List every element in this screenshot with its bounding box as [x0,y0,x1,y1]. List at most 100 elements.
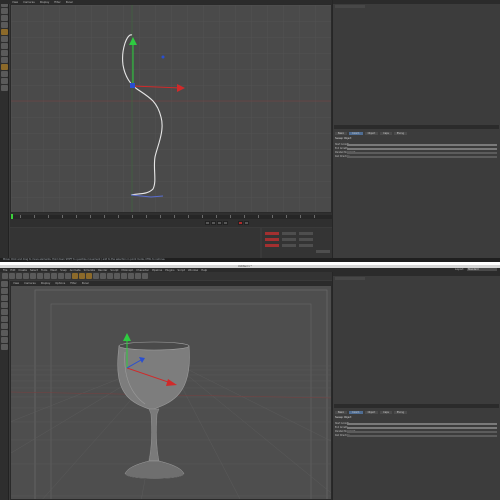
step-back-button[interactable] [211,221,216,225]
points-mode-icon[interactable] [1,36,8,42]
spline-point-handle [161,55,165,59]
snap-icon[interactable] [1,64,8,70]
perspective-viewport[interactable] [10,285,332,500]
tab-caps[interactable]: Caps [380,411,392,414]
coord-rot-b-field[interactable] [299,244,313,247]
tab-phong[interactable]: Phong [393,132,407,135]
live-selection-icon[interactable] [16,273,22,279]
wine-glass-model[interactable] [117,341,190,479]
coordinate-system-icon[interactable] [65,273,71,279]
top-application-window: View Cameras Display Filter Panel Move: … [0,0,500,262]
light-icon[interactable] [142,273,148,279]
rotate-icon[interactable] [37,273,43,279]
coord-size-x-field[interactable] [282,232,296,235]
x-axis-lock-icon[interactable] [44,273,50,279]
coord-y-field[interactable] [265,238,279,241]
workplane-icon[interactable] [1,302,8,308]
object-manager-row[interactable] [335,5,365,8]
tab-coord[interactable]: Coord. [349,132,363,135]
key-icon[interactable] [244,221,249,225]
z-axis-lock-icon[interactable] [58,273,64,279]
edges-mode-icon[interactable] [1,316,8,322]
snap-icon[interactable] [1,344,8,350]
record-icon[interactable] [238,221,243,225]
object-manager-row[interactable] [335,277,365,280]
layout-label: Layout: [455,268,464,271]
coord-rot-p-field[interactable] [299,238,313,241]
current-frame-marker[interactable] [11,214,13,219]
attr-row[interactable]: End Growth [335,147,497,150]
layout-select[interactable]: Standard [467,268,497,271]
tweak-icon[interactable] [1,337,8,343]
tab-basic[interactable]: Basic [335,132,348,135]
axis-mode-icon[interactable] [1,330,8,336]
frame-ruler[interactable] [10,215,332,219]
apply-button[interactable] [316,250,330,253]
step-forward-button[interactable] [223,221,228,225]
go-to-start-button[interactable] [205,221,210,225]
right-manager-panel: Basic Coord. Object Caps Phong Sweep Obj… [332,0,500,258]
axis-mode-icon[interactable] [1,57,8,63]
model-mode-icon[interactable] [1,288,8,294]
tab-object[interactable]: Object [364,411,379,414]
attr-row[interactable]: Rail Direction [335,155,497,158]
coord-x-field[interactable] [265,232,279,235]
texture-mode-icon[interactable] [1,295,8,301]
array-icon[interactable] [114,273,120,279]
polygons-mode-icon[interactable] [1,323,8,329]
render-picture-viewer-icon[interactable] [79,273,85,279]
attr-row[interactable]: Rail Direction [335,434,497,437]
workplane-icon[interactable] [1,71,8,77]
render-view-icon[interactable] [72,273,78,279]
attr-row[interactable]: Start Growth [335,422,497,425]
camera-icon[interactable] [135,273,141,279]
object-manager-menu [333,0,500,4]
polygons-mode-icon[interactable] [1,50,8,56]
points-mode-icon[interactable] [1,309,8,315]
attr-row[interactable]: Parallel Movement [335,430,497,433]
attributes-section-title: Sweep Object [335,137,352,140]
gizmo-origin-handle[interactable] [130,83,135,88]
edges-mode-icon[interactable] [1,43,8,49]
cube-icon[interactable] [93,273,99,279]
coord-size-y-field[interactable] [282,238,296,241]
tab-caps[interactable]: Caps [380,132,392,135]
timeline[interactable] [10,213,332,227]
coord-rot-h-field[interactable] [299,232,313,235]
tab-phong[interactable]: Phong [393,411,407,414]
attr-row[interactable]: Start Growth [335,143,497,146]
scale-icon[interactable] [30,273,36,279]
pen-icon[interactable] [100,273,106,279]
material-manager[interactable] [10,228,260,258]
front-viewport[interactable] [10,4,332,213]
move-icon[interactable] [23,273,29,279]
attr-row[interactable]: Parallel Movement [335,151,497,154]
coord-size-z-field[interactable] [282,244,296,247]
bend-icon[interactable] [121,273,127,279]
model-mode-icon[interactable] [1,29,8,35]
redo-icon[interactable] [9,273,15,279]
front-viewport-canvas[interactable] [11,5,332,213]
glass-rim [118,341,190,351]
lock-icon[interactable] [1,78,8,84]
subdivision-icon[interactable] [107,273,113,279]
move-icon[interactable] [1,8,8,14]
render-settings-icon[interactable] [86,273,92,279]
coord-z-field[interactable] [265,244,279,247]
texture-icon[interactable] [1,85,8,91]
y-axis-lock-icon[interactable] [51,273,57,279]
perspective-viewport-canvas[interactable] [11,286,332,500]
rotate-icon[interactable] [1,22,8,28]
play-icon[interactable] [217,221,222,225]
make-editable-icon[interactable] [1,281,8,287]
tab-basic[interactable]: Basic [335,411,348,414]
scale-icon[interactable] [1,15,8,21]
attr-row[interactable]: End Growth [335,426,497,429]
attributes-rows: Start Growth End Growth Parallel Movemen… [333,142,499,159]
attributes-menu [334,125,499,129]
floor-icon[interactable] [128,273,134,279]
undo-icon[interactable] [2,273,8,279]
tab-object[interactable]: Object [364,132,379,135]
tab-coord[interactable]: Coord. [349,411,363,414]
left-toolbar-bottom [0,280,9,500]
